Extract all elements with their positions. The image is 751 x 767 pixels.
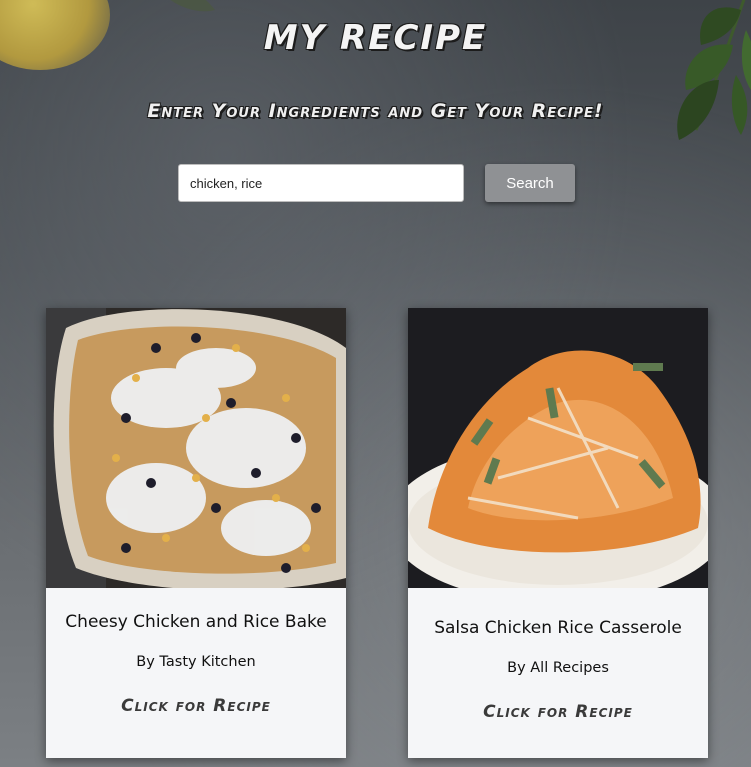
- recipe-card: Cheesy Chicken and Rice Bake By Tasty Ki…: [46, 308, 346, 758]
- recipe-source: By Tasty Kitchen: [136, 654, 256, 670]
- ingredients-search-input[interactable]: [178, 164, 464, 202]
- app-subtitle: Enter Your Ingredients and Get Your Reci…: [147, 100, 604, 122]
- herb-leaf-decoration: [170, 0, 215, 12]
- recipe-title: Cheesy Chicken and Rice Bake: [65, 612, 327, 632]
- app-title: My Recipe: [263, 18, 488, 58]
- recipe-link[interactable]: Click for Recipe: [408, 702, 708, 722]
- search-button[interactable]: Search: [485, 164, 575, 202]
- recipe-link[interactable]: Click for Recipe: [46, 696, 346, 716]
- recipe-image: [408, 308, 708, 588]
- recipe-image: [46, 308, 346, 588]
- recipe-source: By All Recipes: [507, 660, 609, 676]
- recipe-title: Salsa Chicken Rice Casserole: [434, 618, 682, 638]
- recipe-card: Salsa Chicken Rice Casserole By All Reci…: [408, 308, 708, 758]
